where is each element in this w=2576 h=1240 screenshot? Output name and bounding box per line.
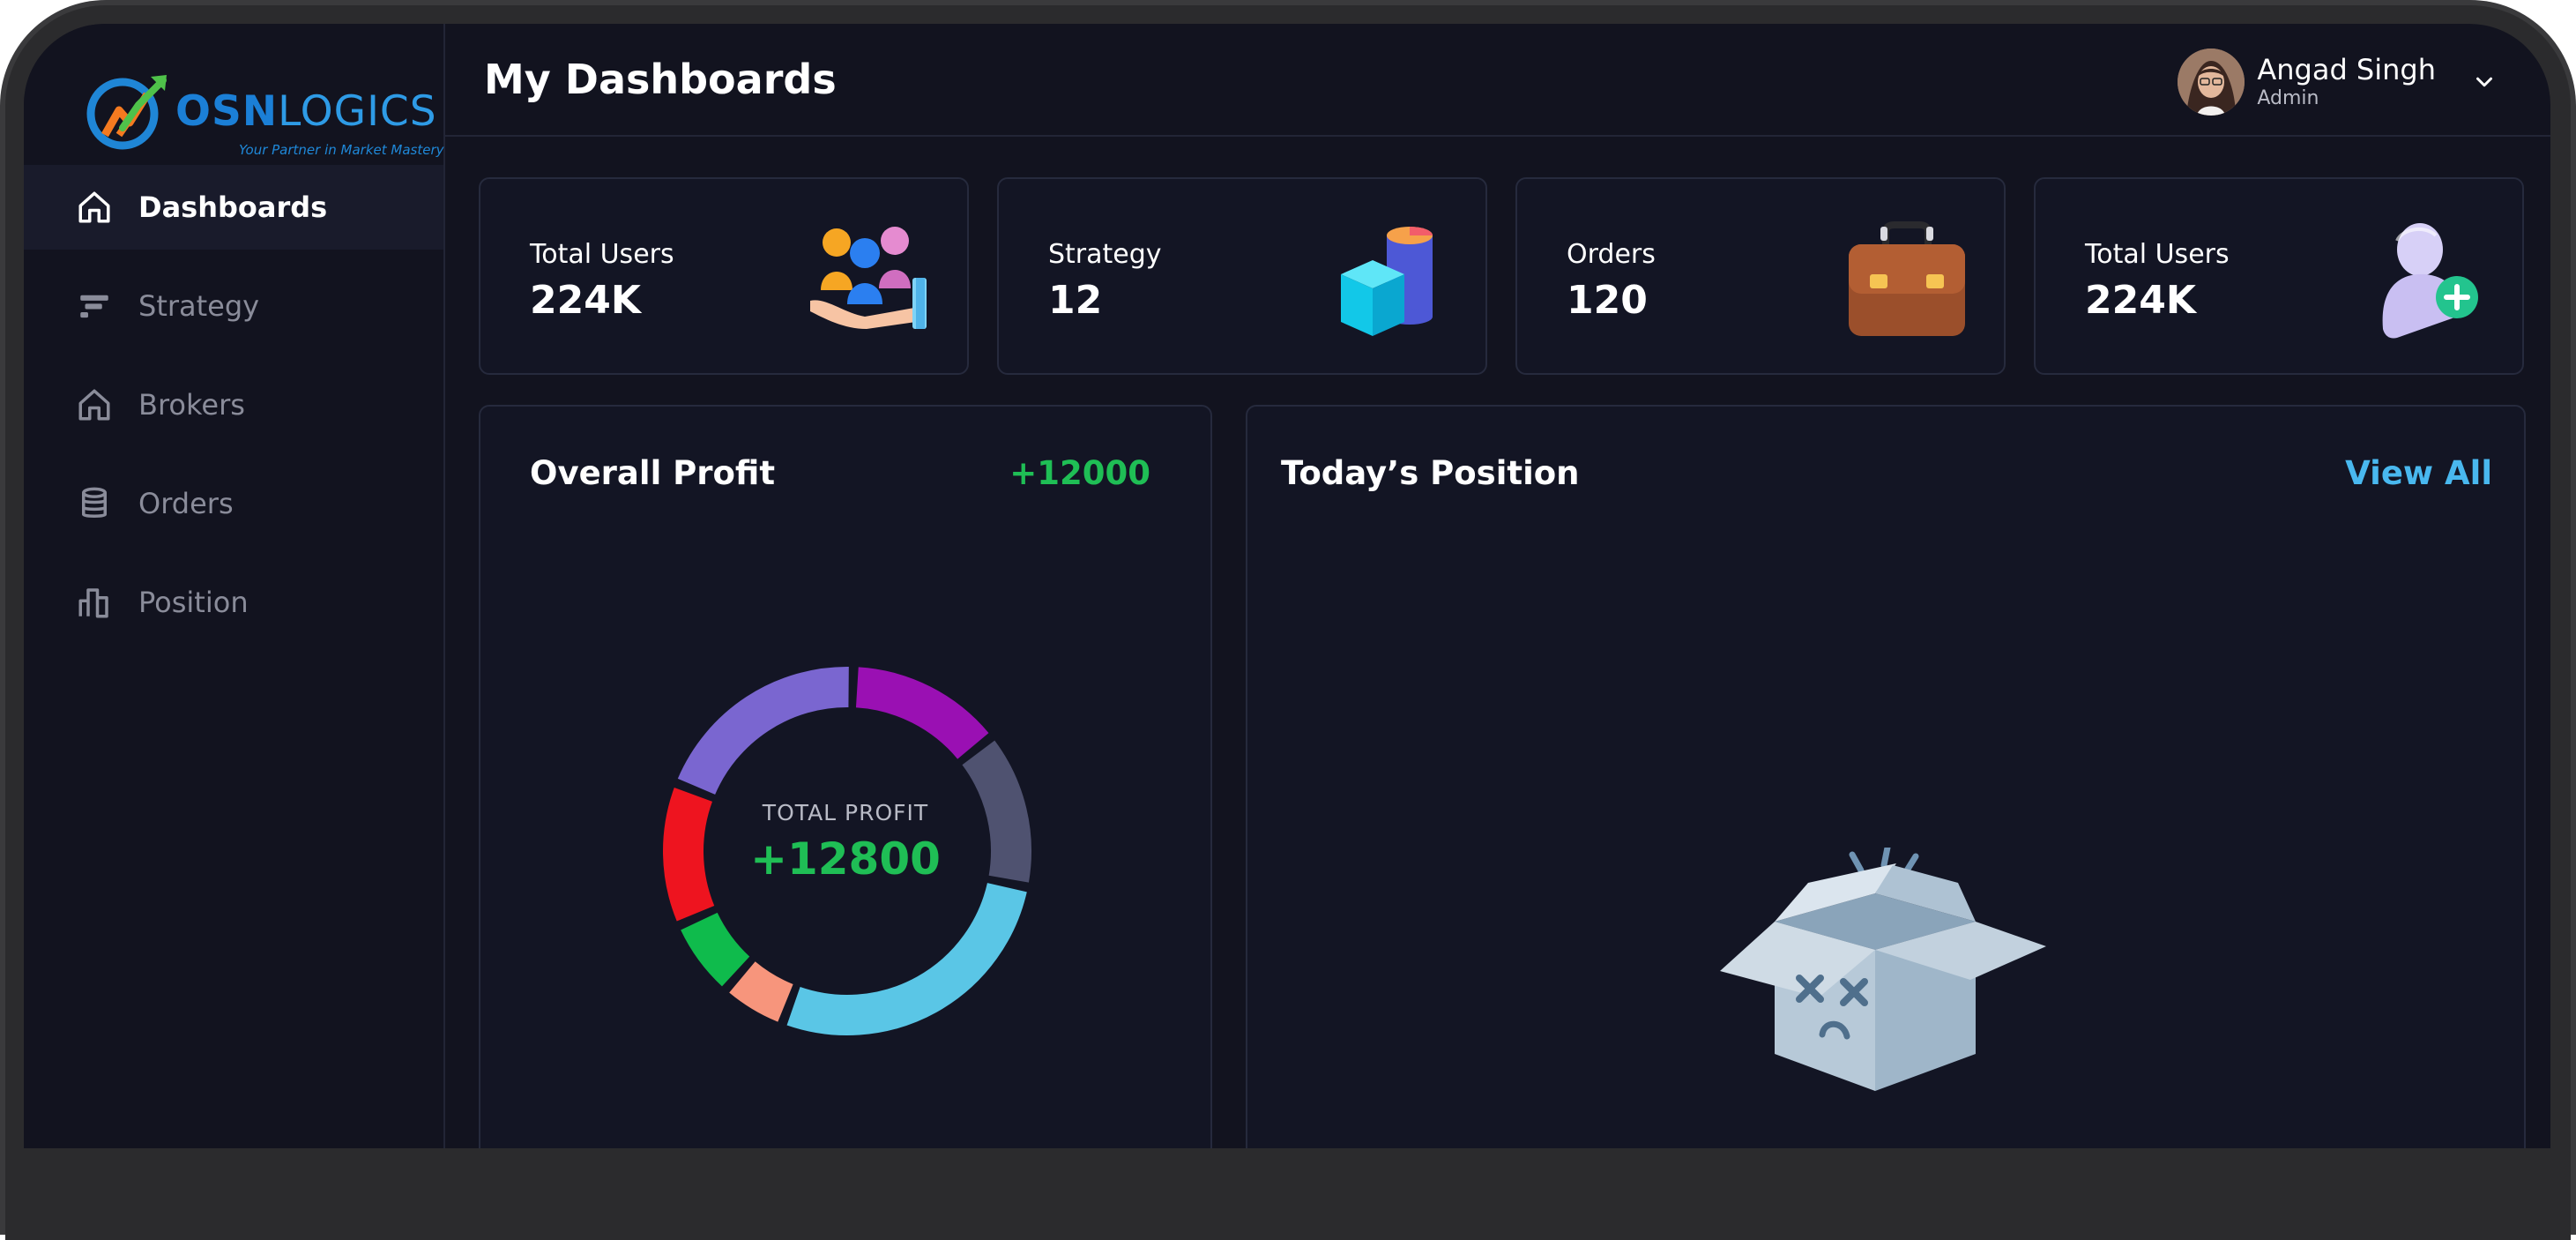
database-icon — [75, 484, 114, 523]
strategy-icon — [75, 287, 114, 325]
sidebar-item-label: Strategy — [138, 289, 260, 323]
users-hand-icon — [810, 227, 927, 329]
sidebar-item-dashboards[interactable]: Dashboards — [24, 165, 443, 250]
overall-profit-panel: Overall Profit +12000 TOTAL PROFIT +1280… — [479, 405, 1212, 1148]
sidebar-item-brokers[interactable]: Brokers — [24, 362, 443, 447]
donut-center-value: +12800 — [750, 833, 941, 885]
stat-label: Total Users — [2085, 239, 2230, 270]
stat-value: 224K — [2085, 278, 2196, 323]
profit-donut-chart — [663, 667, 1031, 1035]
user-name: Angad Singh — [2257, 53, 2436, 86]
briefcase-icon — [1849, 221, 1965, 336]
bar-chart-icon — [75, 583, 114, 622]
avatar[interactable] — [2178, 49, 2245, 116]
stat-value: 12 — [1048, 278, 1103, 323]
view-all-link[interactable]: View All — [2345, 454, 2492, 492]
donut-segment-7 — [677, 667, 849, 796]
user-menu[interactable]: Angad Singh Admin — [2178, 47, 2498, 117]
sidebar-item-label: Brokers — [138, 388, 245, 422]
todays-position-panel: Today’s Position View All — [1246, 405, 2526, 1148]
user-info: Angad Singh Admin — [2257, 53, 2436, 111]
app-screen: OSNLOGICS Your Partner in Market Mastery… — [24, 24, 2550, 1148]
chevron-down-icon[interactable] — [2471, 69, 2498, 95]
sidebar-item-label: Dashboards — [138, 190, 328, 224]
brand-logo[interactable]: OSNLOGICS Your Partner in Market Mastery — [84, 61, 444, 158]
donut-segment-4 — [729, 960, 794, 1022]
home-icon — [75, 188, 114, 227]
donut-segment-3 — [786, 882, 1027, 1035]
home-icon — [75, 385, 114, 424]
panel-title: Today’s Position — [1281, 454, 1580, 492]
cubes-icon — [1341, 227, 1433, 336]
sidebar-item-orders[interactable]: Orders — [24, 461, 443, 546]
brand-name: OSNLOGICS — [175, 87, 437, 136]
stat-value: 120 — [1567, 278, 1648, 323]
sidebar-item-position[interactable]: Position — [24, 560, 443, 645]
brand-name-part1: OSN — [175, 87, 279, 136]
stat-card-total-users[interactable]: Total Users 224K — [479, 177, 969, 375]
sidebar-nav: Dashboards Strategy Brokers Orders Posit… — [24, 165, 443, 659]
donut-segment-1 — [855, 667, 989, 759]
stat-value: 224K — [530, 278, 641, 323]
empty-box-icon — [1720, 848, 2046, 1091]
sidebar-item-label: Position — [138, 586, 249, 619]
sidebar: OSNLOGICS Your Partner in Market Mastery… — [24, 24, 445, 1148]
stat-label: Orders — [1567, 239, 1656, 270]
donut-segment-5 — [681, 912, 750, 987]
sidebar-item-label: Orders — [138, 487, 234, 520]
brand-tagline: Your Partner in Market Mastery — [239, 142, 444, 158]
stat-label: Total Users — [530, 239, 674, 270]
logo-mark-icon — [86, 75, 167, 150]
top-header: My Dashboards Angad Singh Admin — [443, 24, 2550, 137]
brand-name-part2: LOGICS — [278, 87, 437, 136]
page-title: My Dashboards — [484, 56, 837, 103]
stat-card-orders[interactable]: Orders 120 — [1515, 177, 2006, 375]
stat-card-strategy[interactable]: Strategy 12 — [997, 177, 1487, 375]
user-role: Admin — [2257, 87, 2319, 109]
sidebar-item-strategy[interactable]: Strategy — [24, 264, 443, 348]
add-user-icon — [2382, 223, 2478, 339]
donut-center-label: TOTAL PROFIT — [762, 800, 929, 825]
stat-card-total-users-2[interactable]: Total Users 224K — [2034, 177, 2524, 375]
stat-label: Strategy — [1048, 239, 1162, 270]
